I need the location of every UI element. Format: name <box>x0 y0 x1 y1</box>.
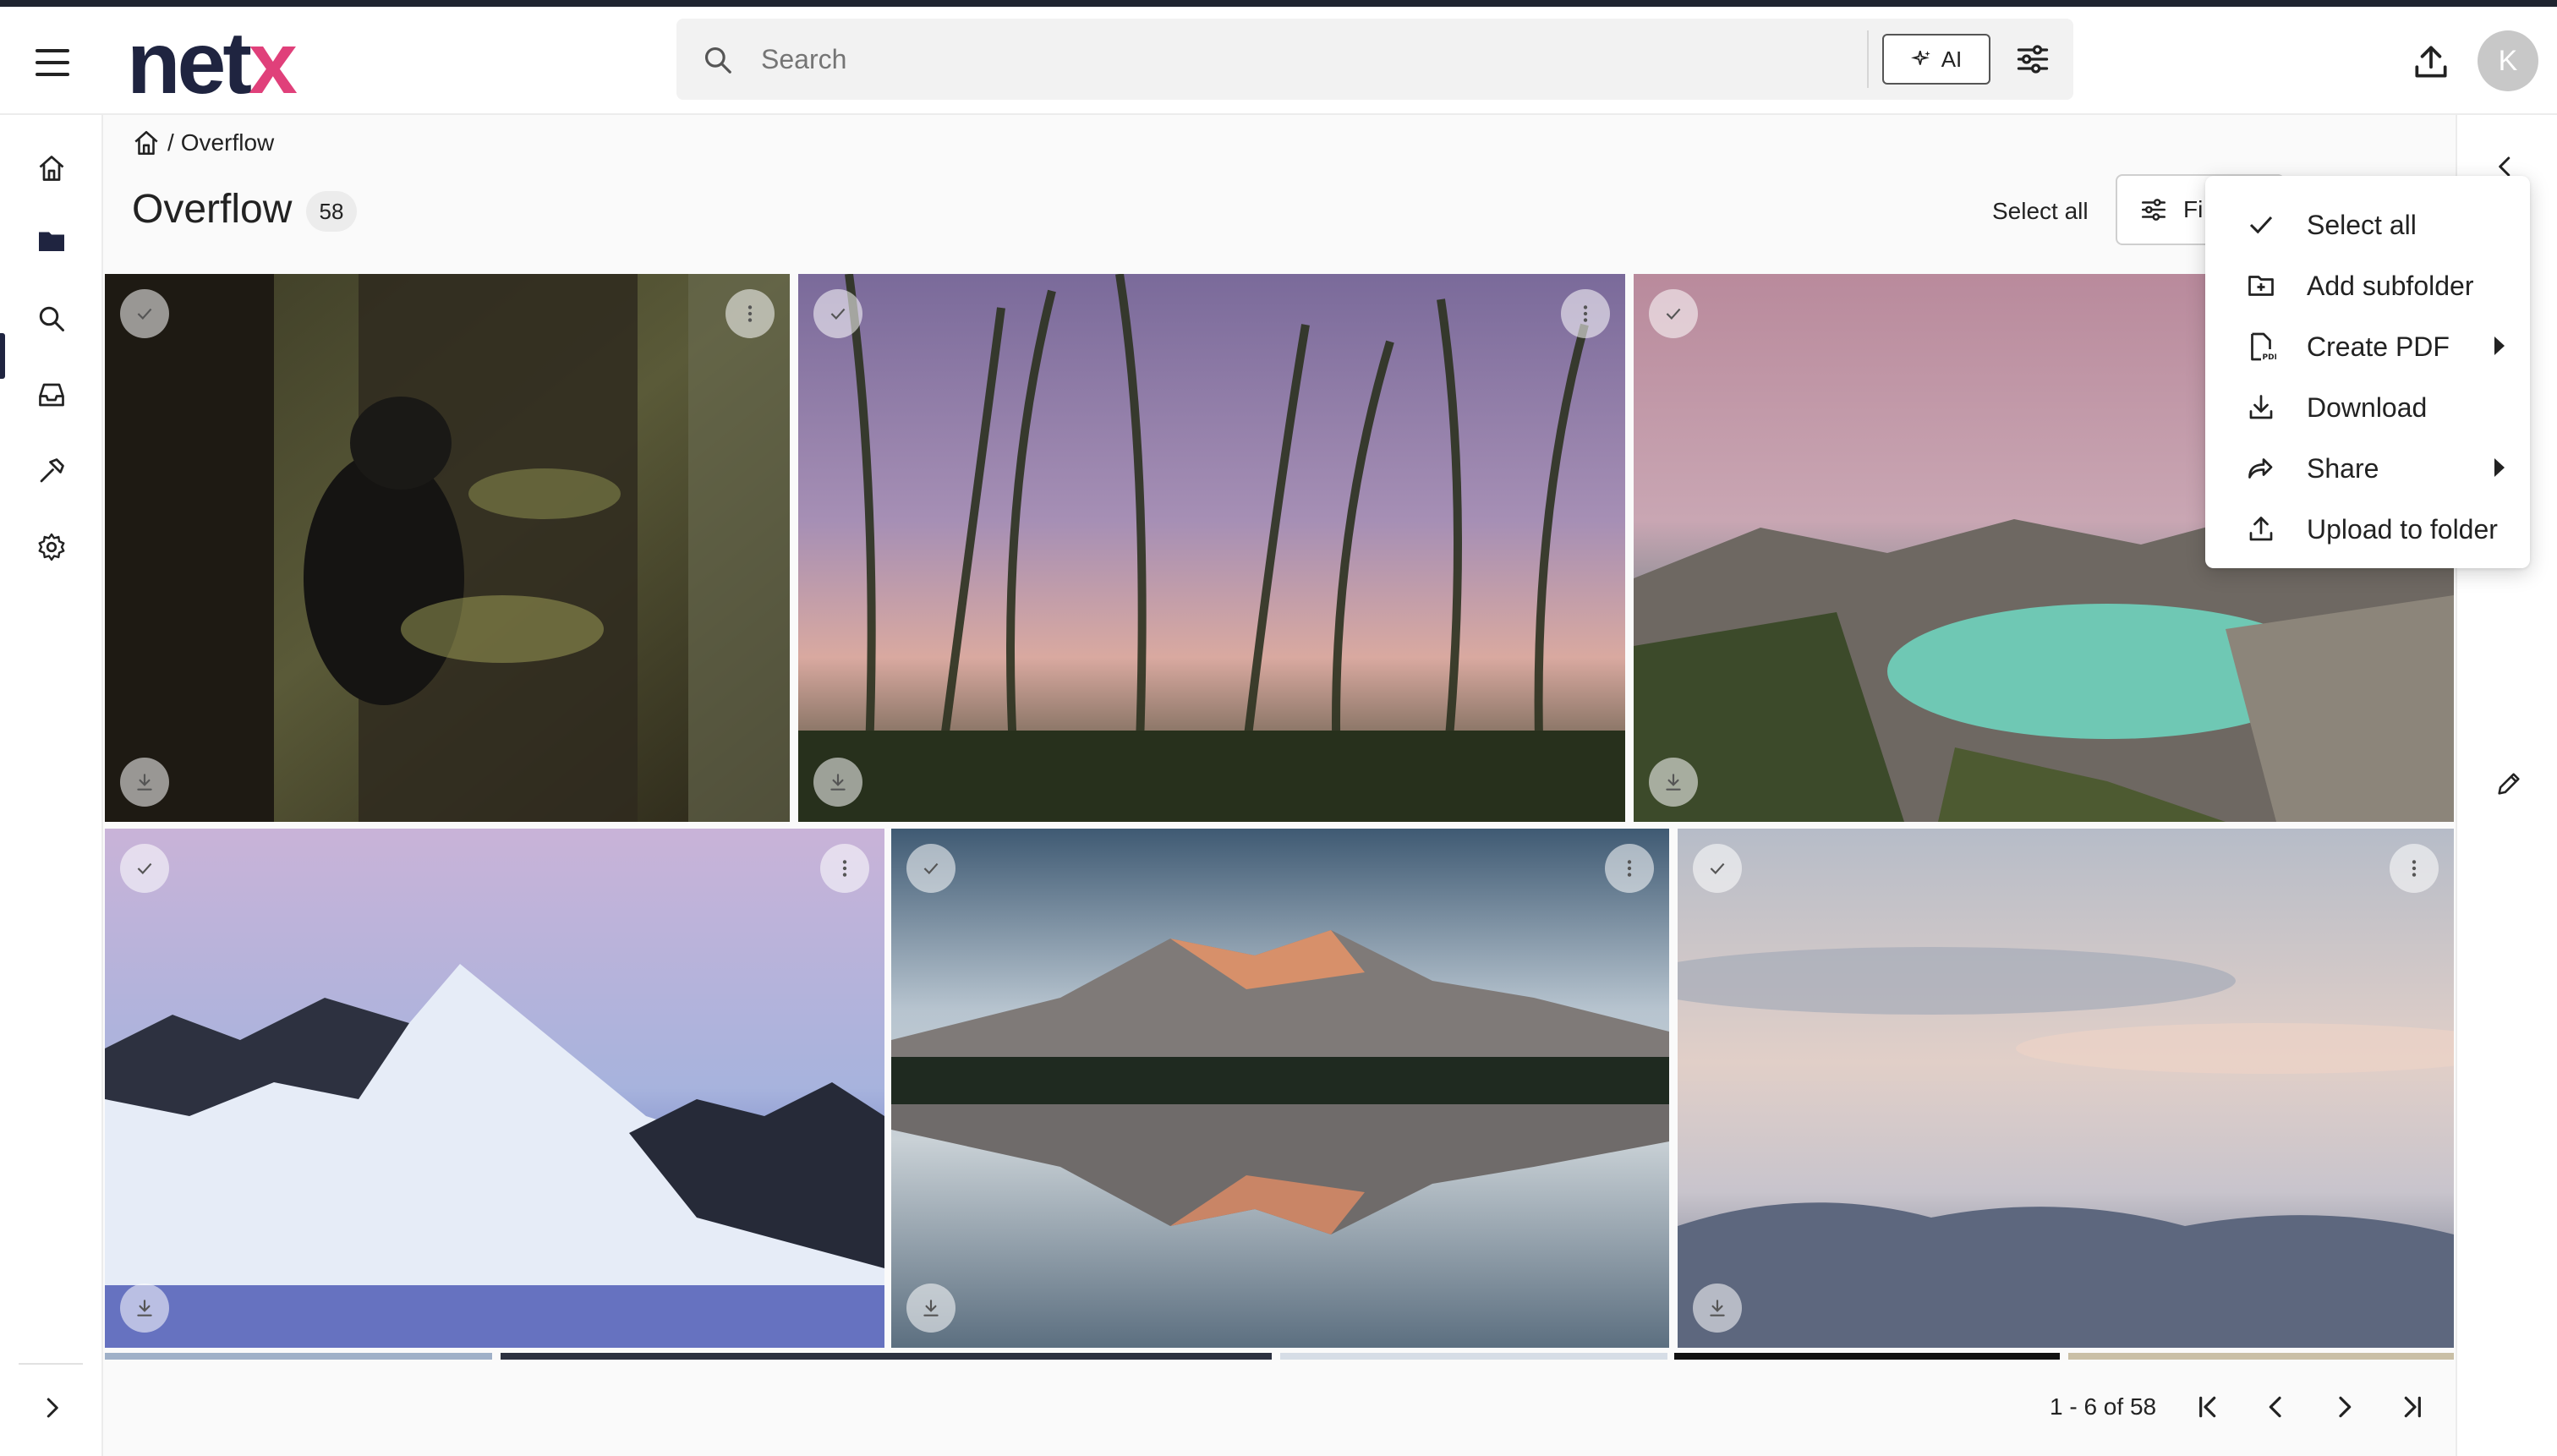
next-row-preview <box>105 1353 492 1360</box>
asset-tile[interactable] <box>105 274 790 822</box>
select-check-icon[interactable] <box>1693 844 1742 893</box>
hammer-icon[interactable] <box>32 452 71 490</box>
mountain-reflection-image <box>891 829 1669 1348</box>
home-breadcrumb-icon[interactable] <box>132 129 161 157</box>
menu-item-select-all[interactable]: Select all <box>2205 194 2530 255</box>
download-icon[interactable] <box>120 1284 169 1333</box>
page-title: Overflow <box>132 187 293 232</box>
menu-item-label: Add subfolder <box>2307 270 2474 301</box>
pencil-icon[interactable] <box>2494 769 2523 798</box>
pagination-range: 1 - 6 of 58 <box>2050 1393 2157 1420</box>
select-all-link[interactable]: Select all <box>1992 198 2089 225</box>
more-options-icon[interactable] <box>1605 844 1654 893</box>
next-row-preview <box>2068 1353 2454 1360</box>
top-strip <box>0 0 2557 7</box>
folder-actions-menu: Select all Add subfolder PDF Create PDF … <box>2205 176 2530 568</box>
menu-item-label: Download <box>2307 391 2428 423</box>
next-row-preview <box>501 1353 1272 1360</box>
check-icon <box>2244 208 2278 242</box>
inbox-icon[interactable] <box>32 375 71 414</box>
search-bar: AI <box>676 19 2073 100</box>
download-icon[interactable] <box>1649 758 1698 807</box>
snowy-mountain-image <box>105 829 884 1348</box>
gear-icon[interactable] <box>32 528 71 567</box>
next-page-icon[interactable] <box>2329 1392 2359 1422</box>
search-input[interactable] <box>761 34 1674 85</box>
pdf-icon: PDF <box>2244 330 2278 364</box>
netx-logo[interactable]: netx <box>127 14 298 112</box>
logo-text: net <box>127 14 252 112</box>
select-check-icon[interactable] <box>1649 289 1698 338</box>
ai-label: AI <box>1941 46 1963 72</box>
item-count-badge: 58 <box>306 191 357 232</box>
asset-tile[interactable] <box>1678 829 2454 1348</box>
more-options-icon[interactable] <box>725 289 775 338</box>
menu-item-label: Share <box>2307 452 2379 484</box>
breadcrumb-current: Overflow <box>180 129 275 156</box>
select-check-icon[interactable] <box>813 289 862 338</box>
breadcrumb-separator: / <box>167 129 174 156</box>
logo-accent: x <box>249 14 298 112</box>
upload-icon <box>2244 512 2278 546</box>
menu-item-label: Select all <box>2307 209 2417 240</box>
first-page-icon[interactable] <box>2193 1392 2224 1422</box>
search-icon <box>704 47 731 74</box>
download-icon[interactable] <box>120 758 169 807</box>
app-header: netx AI K <box>0 7 2557 115</box>
more-options-icon[interactable] <box>820 844 869 893</box>
user-avatar[interactable]: K <box>2478 30 2538 91</box>
bear-cub-image <box>105 274 790 822</box>
ai-search-button[interactable]: AI <box>1882 34 1990 85</box>
more-options-icon[interactable] <box>2390 844 2439 893</box>
asset-tile[interactable] <box>891 829 1669 1348</box>
menu-item-create-pdf[interactable]: PDF Create PDF <box>2205 316 2530 377</box>
menu-item-add-subfolder[interactable]: Add subfolder <box>2205 255 2530 316</box>
pagination: 1 - 6 of 58 <box>2050 1392 2427 1422</box>
menu-icon[interactable] <box>36 49 69 76</box>
search-divider <box>1867 30 1869 88</box>
sparkle-icon <box>1910 51 1930 65</box>
filter-settings-icon[interactable] <box>2014 41 2051 78</box>
select-check-icon[interactable] <box>120 289 169 338</box>
chevron-right-icon[interactable] <box>32 1388 71 1427</box>
filter-icon <box>2141 199 2166 221</box>
previous-page-icon[interactable] <box>2261 1392 2291 1422</box>
download-icon <box>2244 391 2278 424</box>
more-options-icon[interactable] <box>1561 289 1610 338</box>
nav-divider <box>19 1363 83 1365</box>
next-row-preview <box>1674 1353 2060 1360</box>
breadcrumb: / Overflow <box>132 129 274 157</box>
download-icon[interactable] <box>906 1284 955 1333</box>
next-row-preview <box>1280 1353 1667 1360</box>
menu-item-upload-to-folder[interactable]: Upload to folder <box>2205 499 2530 560</box>
add-folder-icon <box>2244 269 2278 303</box>
download-icon[interactable] <box>813 758 862 807</box>
asset-tile[interactable] <box>798 274 1625 822</box>
upload-icon[interactable] <box>2410 41 2452 83</box>
menu-item-share[interactable]: Share <box>2205 438 2530 499</box>
folder-icon[interactable] <box>32 222 71 260</box>
select-check-icon[interactable] <box>906 844 955 893</box>
last-page-icon[interactable] <box>2396 1392 2427 1422</box>
menu-item-download[interactable]: Download <box>2205 377 2530 438</box>
search-nav-icon[interactable] <box>32 299 71 338</box>
left-sidebar <box>0 115 103 1456</box>
select-check-icon[interactable] <box>120 844 169 893</box>
cloudy-sky-image <box>1678 829 2454 1348</box>
submenu-arrow-icon <box>2494 458 2505 477</box>
menu-item-label: Create PDF <box>2307 331 2450 362</box>
filter-label: Fi <box>2183 196 2204 222</box>
submenu-arrow-icon <box>2494 337 2505 355</box>
grass-silhouette-image <box>798 274 1625 822</box>
asset-tile[interactable] <box>105 829 884 1348</box>
active-indicator <box>0 333 5 379</box>
home-icon[interactable] <box>32 149 71 188</box>
share-icon <box>2244 452 2278 485</box>
download-icon[interactable] <box>1693 1284 1742 1333</box>
menu-item-label: Upload to folder <box>2307 513 2498 545</box>
svg-text:PDF: PDF <box>2263 353 2277 362</box>
